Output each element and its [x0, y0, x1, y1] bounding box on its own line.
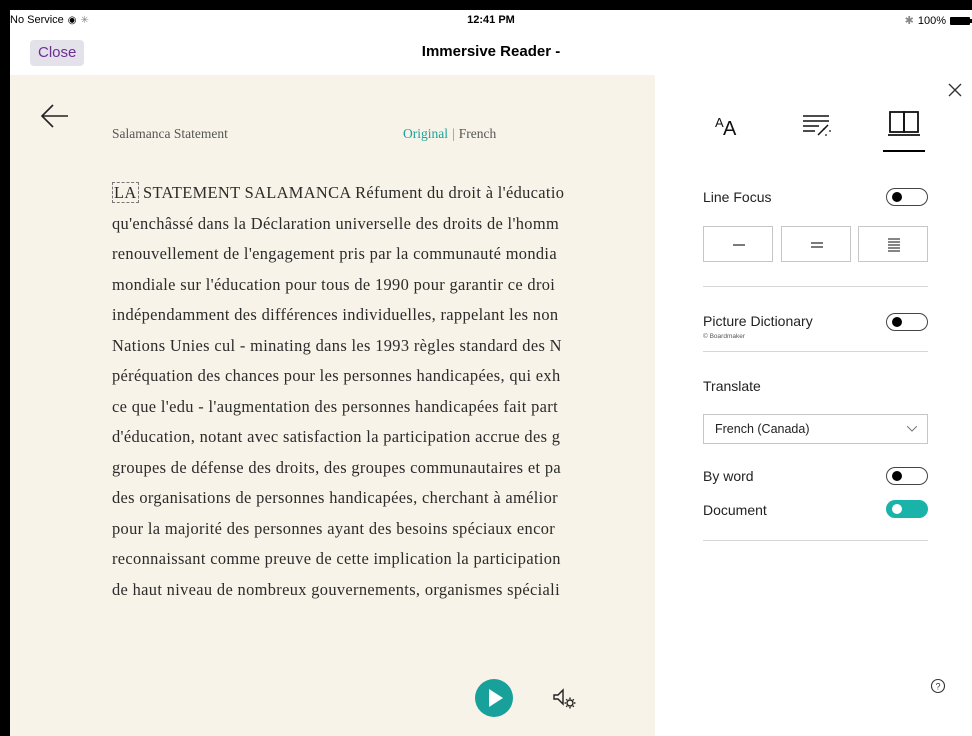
language-switch: Original | French [403, 126, 496, 142]
app-screen: No Service ◉ ✳ 12:41 PM ✱ 100% Close Imm… [10, 10, 972, 736]
picture-dictionary-label: Picture Dictionary [703, 313, 813, 329]
text-line: qu'enchâssé dans la Déclaration universe… [112, 213, 560, 233]
status-bar: No Service ◉ ✳ 12:41 PM ✱ 100% [10, 10, 972, 30]
svg-text:?: ? [935, 682, 940, 692]
text-line: ce que l'edu - l'augmentation des person… [112, 396, 559, 416]
reader-pane: Salamanca Statement Original | French LA S… [10, 75, 655, 736]
picture-dictionary-credit: © Boardmaker [703, 333, 745, 340]
help-icon[interactable]: ? [930, 678, 946, 694]
document-title: Salamanca Statement [112, 126, 228, 141]
current-word[interactable]: LA [112, 182, 139, 203]
toggle-knob [892, 192, 902, 202]
text-line: d'éducation, notant avec satisfaction la… [112, 427, 561, 446]
one-line-icon [733, 244, 745, 246]
language-original-option[interactable]: Original [403, 126, 448, 141]
voice-settings-icon[interactable] [550, 684, 578, 712]
text-line: mondiale sur l'éducation pour tous de 19… [112, 274, 556, 294]
translate-label: Translate [703, 378, 761, 394]
back-arrow-icon[interactable] [38, 99, 72, 133]
status-time: 12:41 PM [467, 14, 515, 26]
translate-language-select[interactable]: French (Canada) [703, 414, 928, 444]
toggle-knob [892, 471, 902, 481]
battery-icon [950, 16, 972, 25]
line-focus-label: Line Focus [703, 189, 772, 205]
language-separator: | [452, 126, 455, 141]
text-preferences-icon[interactable]: A A [705, 103, 749, 147]
status-right: ✱ 100% [904, 14, 972, 27]
text-line: des organisations de personnes handicapé… [112, 488, 558, 507]
text-line: groupes de défense des droits, des group… [112, 457, 561, 477]
document-label: Document [703, 502, 767, 518]
toggle-knob [892, 317, 902, 327]
by-word-toggle[interactable] [886, 467, 928, 485]
translate-language-value: French (Canada) [715, 422, 810, 436]
grammar-options-icon[interactable] [795, 103, 839, 147]
by-word-label: By word [703, 468, 754, 484]
text-line: reconnaissant comme preuve de cette impl… [112, 549, 561, 568]
settings-panel: A A Line Focus Picture Dictionary © Boar… [655, 75, 972, 736]
battery-percent: 100% [917, 14, 946, 27]
reading-text: LA STATEMENT SALAMANCA Réfument du droit… [112, 178, 655, 605]
page-title: Immersive Reader - [421, 43, 561, 60]
divider [703, 351, 928, 352]
play-button[interactable] [475, 679, 513, 717]
divider [703, 286, 928, 287]
divider [703, 540, 928, 541]
text-line: LA STATEMENT SALAMANCA Réfument du droit… [112, 178, 655, 209]
bluetooth-icon: ✱ [904, 15, 914, 27]
line-focus-one-line-button[interactable] [703, 226, 773, 262]
selected-tab-indicator [883, 150, 925, 152]
chevron-down-icon [907, 426, 917, 432]
svg-text:A: A [723, 118, 737, 140]
text-line: péréquation des chances pour les personn… [112, 366, 561, 385]
document-toggle[interactable] [886, 500, 928, 518]
text-line: pour la majorité des personnes ayant des… [112, 518, 556, 538]
text-line: Nations Unies cul - minating dans les 19… [112, 335, 562, 355]
five-lines-icon [888, 238, 900, 252]
three-lines-icon [811, 242, 823, 248]
line-focus-five-lines-button[interactable] [858, 226, 928, 262]
line-focus-toggle[interactable] [886, 188, 928, 206]
text-line: de haut niveau de nombreux gouvernements… [112, 579, 560, 599]
language-french-option[interactable]: French [459, 126, 497, 141]
picture-dictionary-toggle[interactable] [886, 313, 928, 331]
line-focus-three-lines-button[interactable] [781, 226, 851, 262]
close-icon[interactable] [946, 81, 964, 99]
text-line: indépendamment des différences individue… [112, 305, 559, 324]
book-icon[interactable] [883, 103, 927, 147]
toggle-knob [892, 504, 902, 514]
text-line-content: STATEMENT SALAMANCA Réfument du droit à … [138, 183, 565, 202]
nav-bar: Close Immersive Reader - [10, 30, 972, 75]
text-line: renouvellement de l'engagement pris par … [112, 244, 557, 263]
